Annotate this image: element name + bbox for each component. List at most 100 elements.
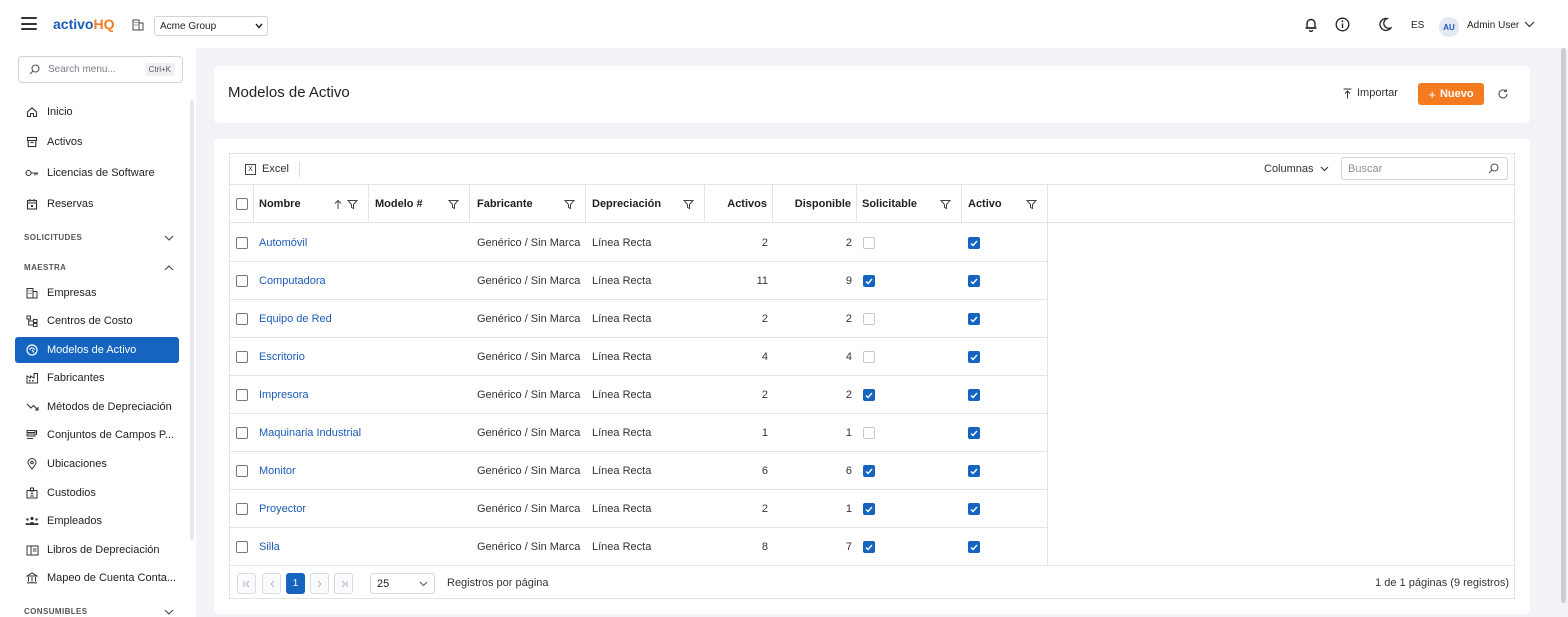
cell-nombre[interactable]: Proyector: [259, 490, 369, 528]
filter-icon[interactable]: [448, 199, 459, 210]
sidebar-item-inicio[interactable]: Inicio: [15, 99, 179, 125]
table-row[interactable]: Maquinaria Industrial Genérico / Sin Marc…: [230, 414, 1047, 452]
sidebar-item-centros-costo[interactable]: Centros de Costo: [15, 308, 179, 334]
solicitable-checkbox[interactable]: [863, 503, 875, 515]
solicitable-checkbox[interactable]: [863, 237, 875, 249]
activo-checkbox[interactable]: [968, 275, 980, 287]
sort-asc-icon[interactable]: [334, 199, 342, 210]
excel-export-button[interactable]: X Excel: [245, 163, 289, 175]
row-checkbox[interactable]: [236, 389, 248, 401]
app-logo[interactable]: activoHQ: [53, 16, 114, 32]
section-consumibles[interactable]: CONSUMIBLES: [24, 607, 174, 616]
solicitable-checkbox[interactable]: [863, 427, 875, 439]
table-row[interactable]: Impresora Genérico / Sin Marca Línea Recta…: [230, 376, 1047, 414]
solicitable-checkbox[interactable]: [863, 389, 875, 401]
column-header-activos[interactable]: Activos: [705, 185, 773, 223]
table-row[interactable]: Automóvil Genérico / Sin Marca Línea Recta…: [230, 224, 1047, 262]
activo-checkbox[interactable]: [968, 465, 980, 477]
table-row[interactable]: Computadora Genérico / Sin Marca Línea Rec…: [230, 262, 1047, 300]
cell-nombre[interactable]: Silla: [259, 528, 369, 566]
next-page-button[interactable]: [310, 573, 329, 594]
refresh-icon[interactable]: [1497, 88, 1509, 100]
last-page-button[interactable]: [334, 573, 353, 594]
table-row[interactable]: Monitor Genérico / Sin Marca Línea Recta 6 6: [230, 452, 1047, 490]
avatar[interactable]: AU: [1439, 17, 1459, 37]
language-toggle[interactable]: ES: [1411, 20, 1424, 31]
grid-search-input[interactable]: Buscar: [1341, 157, 1508, 180]
sidebar-item-empresas[interactable]: Empresas: [15, 280, 179, 306]
sidebar-item-reservas[interactable]: Reservas: [15, 191, 179, 217]
activo-checkbox[interactable]: [968, 503, 980, 515]
sidebar-item-metodos-depreciacion[interactable]: Métodos de Depreciación: [15, 394, 179, 420]
column-header-activo[interactable]: Activo: [962, 185, 1048, 223]
sidebar-item-empleados[interactable]: Empleados: [15, 508, 179, 534]
sidebar-item-fabricantes[interactable]: Fabricantes: [15, 365, 179, 391]
section-solicitudes[interactable]: SOLICITUDES: [24, 233, 174, 242]
import-button[interactable]: Importar: [1343, 87, 1398, 99]
prev-page-button[interactable]: [262, 573, 281, 594]
column-header-modelo[interactable]: Modelo #: [369, 185, 470, 223]
activo-checkbox[interactable]: [968, 313, 980, 325]
activo-checkbox[interactable]: [968, 541, 980, 553]
page-button-current[interactable]: 1: [286, 573, 305, 594]
solicitable-checkbox[interactable]: [863, 351, 875, 363]
activo-checkbox[interactable]: [968, 389, 980, 401]
cell-nombre[interactable]: Computadora: [259, 262, 369, 300]
row-checkbox[interactable]: [236, 313, 248, 325]
activo-checkbox[interactable]: [968, 237, 980, 249]
column-header-depreciacion[interactable]: Depreciación: [586, 185, 705, 223]
filter-icon[interactable]: [940, 199, 951, 210]
sidebar-scrollbar[interactable]: [190, 100, 194, 540]
cell-nombre[interactable]: Impresora: [259, 376, 369, 414]
filter-icon[interactable]: [683, 199, 694, 210]
row-checkbox[interactable]: [236, 465, 248, 477]
sidebar-item-custodios[interactable]: Custodios: [15, 480, 179, 506]
page-size-select[interactable]: 25: [370, 573, 435, 594]
table-row[interactable]: Proyector Genérico / Sin Marca Línea Recta…: [230, 490, 1047, 528]
solicitable-checkbox[interactable]: [863, 275, 875, 287]
info-icon[interactable]: [1335, 17, 1350, 32]
table-row[interactable]: Silla Genérico / Sin Marca Línea Recta 8 7: [230, 528, 1047, 566]
cell-nombre[interactable]: Maquinaria Industrial: [259, 414, 369, 452]
sidebar-item-mapeo-cuenta[interactable]: Mapeo de Cuenta Conta...: [15, 565, 179, 591]
section-maestra[interactable]: MAESTRA: [24, 263, 174, 272]
cell-nombre[interactable]: Equipo de Red: [259, 300, 369, 338]
cell-nombre[interactable]: Escritorio: [259, 338, 369, 376]
sidebar-item-ubicaciones[interactable]: Ubicaciones: [15, 451, 179, 477]
select-all-checkbox[interactable]: [235, 198, 248, 210]
sidebar-item-activos[interactable]: Activos: [15, 129, 179, 155]
solicitable-checkbox[interactable]: [863, 313, 875, 325]
sidebar-item-modelos-activo[interactable]: Modelos de Activo: [15, 337, 179, 363]
menu-search-input[interactable]: Search menu... Ctrl+K: [18, 56, 183, 83]
row-checkbox[interactable]: [236, 351, 248, 363]
moon-icon[interactable]: [1378, 17, 1392, 32]
solicitable-checkbox[interactable]: [863, 465, 875, 477]
page-scrollbar[interactable]: [1561, 48, 1566, 603]
row-checkbox[interactable]: [236, 427, 248, 439]
sidebar-item-licencias[interactable]: Licencias de Software: [15, 160, 179, 186]
row-checkbox[interactable]: [236, 237, 248, 249]
chevron-down-icon[interactable]: [1524, 21, 1535, 28]
bell-icon[interactable]: [1304, 17, 1318, 32]
column-header-fabricante[interactable]: Fabricante: [470, 185, 586, 223]
table-row[interactable]: Escritorio Genérico / Sin Marca Línea Rect…: [230, 338, 1047, 376]
filter-icon[interactable]: [564, 199, 575, 210]
sidebar-item-conjuntos-campos[interactable]: Conjuntos de Campos P...: [15, 422, 179, 448]
hamburger-menu-icon[interactable]: [21, 17, 37, 30]
solicitable-checkbox[interactable]: [863, 541, 875, 553]
row-checkbox[interactable]: [236, 541, 248, 553]
sidebar-item-libros-depreciacion[interactable]: Libros de Depreciación: [15, 537, 179, 563]
new-button[interactable]: + Nuevo: [1418, 83, 1484, 105]
row-checkbox[interactable]: [236, 275, 248, 287]
table-row[interactable]: Equipo de Red Genérico / Sin Marca Línea R…: [230, 300, 1047, 338]
user-name[interactable]: Admin User: [1467, 20, 1519, 31]
activo-checkbox[interactable]: [968, 351, 980, 363]
first-page-button[interactable]: [237, 573, 256, 594]
filter-icon[interactable]: [347, 199, 358, 210]
cell-nombre[interactable]: Automóvil: [259, 224, 369, 262]
company-select[interactable]: Acme Group: [154, 16, 268, 36]
activo-checkbox[interactable]: [968, 427, 980, 439]
cell-nombre[interactable]: Monitor: [259, 452, 369, 490]
filter-icon[interactable]: [1026, 199, 1037, 210]
column-header-disponible[interactable]: Disponible: [773, 185, 857, 223]
